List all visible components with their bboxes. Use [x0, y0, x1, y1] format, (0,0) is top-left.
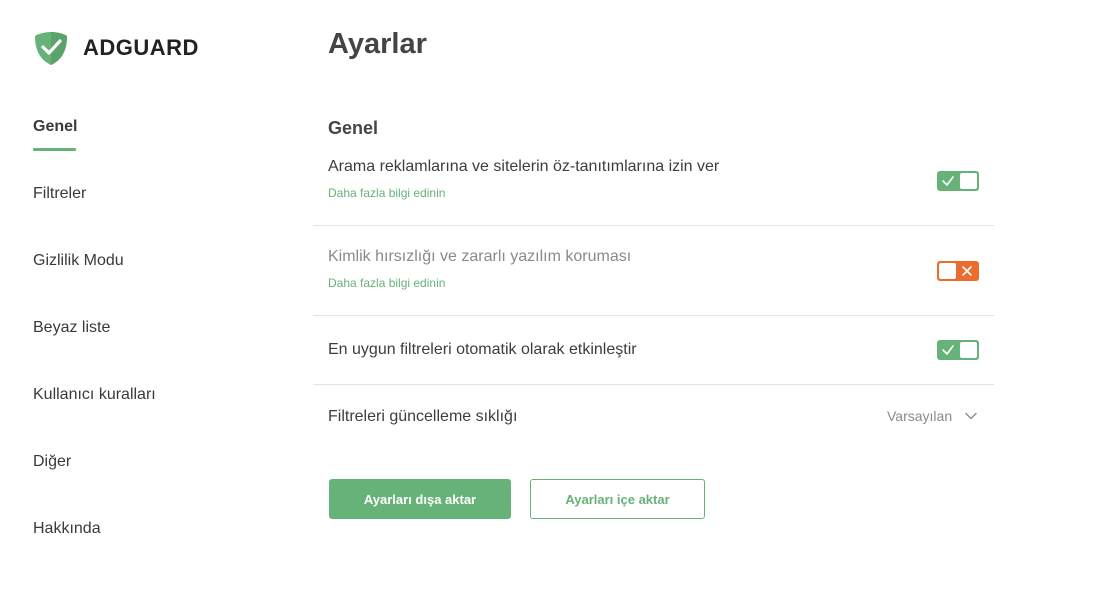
divider [313, 225, 994, 226]
sidebar-item-kullanici-kurallari[interactable]: Kullanıcı kuralları [33, 386, 156, 404]
update-frequency-select[interactable]: Varsayılan [887, 408, 978, 424]
check-icon [942, 345, 954, 355]
toggle-knob [939, 263, 956, 279]
active-indicator [33, 148, 76, 151]
setting-search-ads-learn-more-link[interactable]: Daha fazla bilgi edinin [328, 186, 445, 200]
toggle-knob [960, 342, 977, 358]
shield-check-icon [33, 30, 69, 66]
sidebar-item-beyaz-liste[interactable]: Beyaz liste [33, 319, 110, 337]
import-settings-button[interactable]: Ayarları içe aktar [530, 479, 705, 519]
export-settings-button[interactable]: Ayarları dışa aktar [329, 479, 511, 519]
setting-phishing-protection-label: Kimlik hırsızlığı ve zararlı yazılım kor… [328, 248, 632, 265]
setting-search-ads-toggle[interactable] [937, 171, 979, 191]
setting-search-ads-label: Arama reklamlarına ve sitelerin öz-tanıt… [328, 158, 720, 175]
setting-auto-filters-toggle[interactable] [937, 340, 979, 360]
toggle-knob [960, 173, 977, 189]
setting-update-frequency-label: Filtreleri güncelleme sıklığı [328, 408, 518, 425]
update-frequency-value: Varsayılan [887, 408, 953, 424]
divider [313, 384, 994, 385]
check-icon [942, 176, 954, 186]
sidebar-item-diger[interactable]: Diğer [33, 453, 71, 471]
logo: ADGUARD [33, 30, 199, 66]
sidebar-item-filtreler[interactable]: Filtreler [33, 185, 86, 203]
section-title: Genel [328, 118, 379, 138]
brand-name: ADGUARD [83, 35, 199, 60]
setting-phishing-protection-toggle[interactable] [937, 261, 979, 281]
sidebar-item-hakkinda[interactable]: Hakkında [33, 520, 101, 538]
close-icon [962, 266, 972, 276]
sidebar-item-genel[interactable]: Genel [33, 118, 77, 136]
chevron-down-icon [965, 412, 977, 420]
divider [313, 315, 994, 316]
setting-phishing-protection-learn-more-link[interactable]: Daha fazla bilgi edinin [328, 276, 445, 290]
page-title: Ayarlar [328, 28, 427, 60]
sidebar-item-gizlilik-modu[interactable]: Gizlilik Modu [33, 252, 124, 270]
setting-auto-filters-label: En uygun filtreleri otomatik olarak etki… [328, 341, 637, 358]
settings-window: ADGUARD Genel Filtreler Gizlilik Modu Be… [0, 0, 1119, 589]
